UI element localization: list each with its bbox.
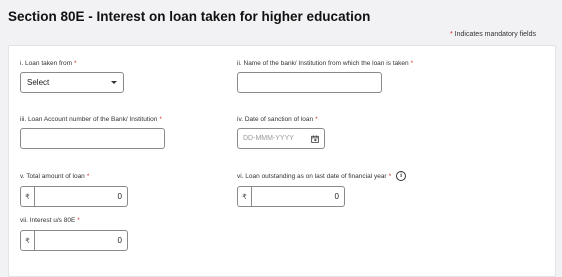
loan-account-number-input[interactable] [20, 128, 165, 149]
loan-outstanding-value: 0 [334, 192, 339, 201]
sanction-date-input[interactable]: DD-MMM-YYYY [237, 128, 325, 149]
loan-taken-from-field: i. Loan taken from * [20, 60, 77, 67]
loan-outstanding-label: vi. Loan outstanding as on last date of … [237, 171, 407, 181]
total-loan-amount-input[interactable]: ₹ 0 [20, 186, 128, 207]
interest-80e-input[interactable]: ₹ 0 [20, 230, 128, 251]
bank-name-input[interactable] [237, 72, 382, 93]
bank-name-field: ii. Name of the bank/ Institution from w… [237, 60, 413, 67]
loan-form-card: i. Loan taken from * Select ii. Name of t… [8, 45, 556, 277]
mandatory-star: * [449, 31, 453, 38]
loan-taken-from-label: i. Loan taken from * [20, 60, 77, 67]
loan-outstanding-field: vi. Loan outstanding as on last date of … [237, 171, 407, 181]
total-loan-amount-label: v. Total amount of loan * [20, 173, 90, 180]
bank-name-label: ii. Name of the bank/ Institution from w… [237, 60, 414, 67]
interest-80e-label: vii. Interest u/s 80E * [20, 217, 80, 224]
interest-80e-value: 0 [117, 236, 122, 245]
loan-taken-from-value: Select [27, 78, 50, 87]
calendar-icon[interactable] [311, 134, 319, 143]
loan-account-number-field: iii. Loan Account number of the Bank/ In… [20, 116, 162, 123]
interest-80e-field: vii. Interest u/s 80E * [20, 217, 80, 224]
mandatory-note: * Indicates mandatory fields [450, 31, 536, 38]
sanction-date-label: iv. Date of sanction of loan * [237, 116, 318, 123]
info-icon[interactable]: i [396, 171, 407, 181]
page-title: Section 80E - Interest on loan taken for… [8, 9, 371, 24]
rupee-icon: ₹ [21, 231, 35, 250]
mandatory-note-text: Indicates mandatory fields [454, 31, 536, 38]
total-loan-amount-value: 0 [117, 192, 122, 201]
loan-taken-from-select[interactable]: Select [20, 72, 124, 93]
sanction-date-placeholder: DD-MMM-YYYY [243, 135, 294, 142]
total-loan-amount-field: v. Total amount of loan * [20, 173, 89, 180]
loan-account-number-label: iii. Loan Account number of the Bank/ In… [20, 116, 162, 123]
rupee-icon: ₹ [21, 187, 35, 206]
sanction-date-field: iv. Date of sanction of loan * [237, 116, 318, 123]
chevron-down-icon [111, 81, 117, 84]
loan-outstanding-input[interactable]: ₹ 0 [237, 186, 345, 207]
rupee-icon: ₹ [238, 187, 252, 206]
